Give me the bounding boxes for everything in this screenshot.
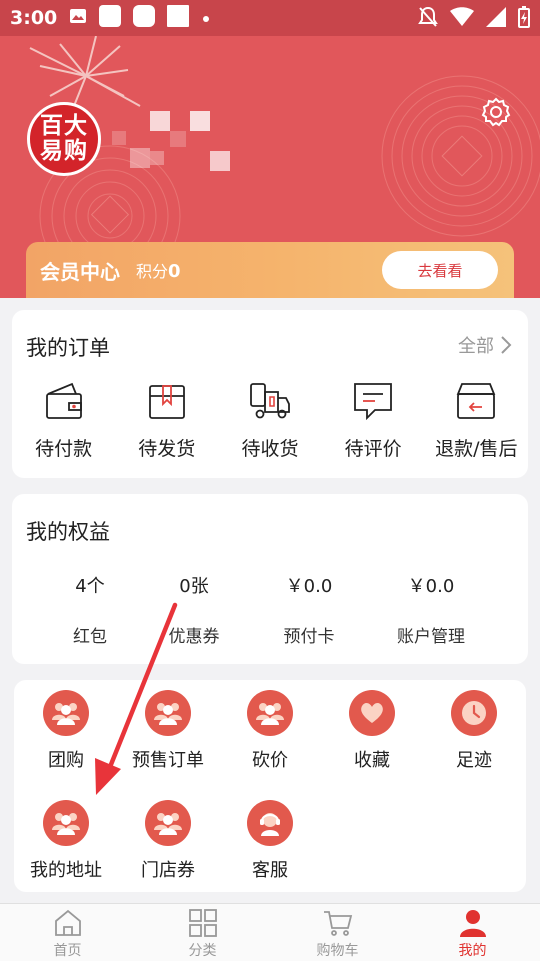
tool-store-coupon[interactable]: 门店券	[116, 800, 220, 882]
battery-icon	[518, 6, 530, 32]
rights-value: ￥0.0	[285, 576, 333, 597]
rights-value: 0张	[179, 576, 209, 597]
avatar[interactable]: 百大易购	[27, 102, 101, 176]
app-notification-icon	[167, 5, 190, 31]
user-icon	[459, 910, 486, 937]
rights-value: ￥0.0	[407, 576, 455, 597]
settings-gear-icon[interactable]	[480, 96, 512, 128]
order-refund-aftersale[interactable]: 退款/售后	[425, 380, 528, 461]
orders-title: 我的订单	[26, 336, 110, 360]
tab-label: 购物车	[316, 943, 359, 959]
tab-home[interactable]: 首页	[0, 904, 135, 961]
status-time: 3:00	[10, 7, 58, 29]
signal-icon	[486, 7, 506, 31]
order-pending-payment[interactable]: 待付款	[12, 380, 115, 461]
tool-favorites[interactable]: 收藏	[320, 690, 424, 772]
rights-title: 我的权益	[26, 520, 110, 544]
tool-my-address[interactable]: 我的地址	[14, 800, 118, 882]
tool-footprints[interactable]: 足迹	[422, 690, 526, 772]
tools-card: 团购 预售订单 砍价 收藏 足迹 我的地址 门店券 客服	[14, 680, 526, 892]
order-item-label: 待付款	[35, 438, 93, 460]
all-orders-label: 全部	[458, 336, 494, 357]
tab-label: 分类	[188, 943, 217, 959]
tool-label: 团购	[48, 750, 84, 771]
tool-bargain[interactable]: 砍价	[218, 690, 322, 772]
tool-customer-service[interactable]: 客服	[218, 800, 322, 882]
chevron-right-icon	[501, 336, 512, 354]
mute-icon	[418, 6, 438, 32]
tool-label: 收藏	[354, 750, 390, 771]
wallet-icon	[45, 382, 82, 419]
points-display: 积分0	[136, 258, 181, 282]
rights-coupon[interactable]: 0张 优惠券	[156, 572, 232, 647]
tool-presale-orders[interactable]: 预售订单	[116, 690, 220, 772]
tool-label: 客服	[252, 860, 288, 881]
member-center-bar[interactable]: 会员中心 积分0 去看看	[26, 242, 514, 298]
tool-label: 门店券	[141, 860, 195, 881]
headset-icon	[260, 813, 280, 836]
status-bar: 3:00	[0, 0, 540, 36]
rights-card: 我的权益 4个 红包 0张 优惠券 ￥0.0 预付卡 ￥0.0 账户管理	[12, 494, 528, 664]
heart-icon	[361, 703, 383, 723]
wifi-icon	[450, 7, 474, 31]
orders-card: 我的订单 全部 待付款 待发货 待收货 待评价 退款/售后	[12, 310, 528, 478]
all-orders-link[interactable]: 全部	[458, 332, 512, 358]
avatar-logo-text: 百大易购	[40, 113, 88, 164]
group-icon	[154, 703, 182, 725]
points-value: 0	[168, 261, 181, 282]
points-label: 积分	[136, 262, 169, 281]
rights-label: 优惠券	[168, 627, 220, 647]
order-item-label: 待发货	[138, 438, 196, 460]
rights-label: 预付卡	[283, 627, 335, 647]
tool-label: 足迹	[456, 750, 492, 771]
bottom-tab-bar: 首页 分类 购物车 我的	[0, 903, 540, 961]
tool-label: 砍价	[252, 750, 288, 771]
cart-icon	[323, 911, 352, 936]
tab-label: 我的	[458, 943, 487, 959]
rights-account-management[interactable]: ￥0.0 账户管理	[386, 572, 476, 647]
tab-mine[interactable]: 我的	[405, 904, 540, 961]
group-icon	[52, 703, 80, 725]
tab-category[interactable]: 分类	[135, 904, 270, 961]
truck-icon	[250, 383, 290, 419]
category-icon	[188, 909, 217, 937]
order-pending-review[interactable]: 待评价	[322, 380, 425, 461]
rights-label: 账户管理	[397, 627, 465, 647]
app-notification-icon	[133, 5, 156, 31]
home-icon	[54, 909, 81, 936]
return-box-icon	[457, 383, 496, 419]
group-icon	[52, 813, 80, 835]
comment-icon	[354, 383, 393, 421]
rights-value: 4个	[75, 576, 105, 597]
tool-label: 我的地址	[30, 860, 102, 881]
profile-header: 百大易购 会员中心 积分0 去看看	[0, 36, 540, 298]
box-icon	[148, 385, 185, 419]
order-pending-shipment[interactable]: 待发货	[115, 380, 218, 461]
order-item-label: 待评价	[344, 438, 402, 460]
view-member-button[interactable]: 去看看	[382, 251, 498, 289]
clock-icon	[462, 701, 486, 725]
more-notifications-icon	[201, 9, 211, 28]
rights-label: 红包	[73, 627, 107, 647]
order-item-label: 待收货	[241, 438, 299, 460]
rights-prepaid-card[interactable]: ￥0.0 预付卡	[266, 572, 352, 647]
tab-label: 首页	[53, 943, 82, 959]
tool-group-buy[interactable]: 团购	[14, 690, 118, 772]
member-center-title: 会员中心	[40, 259, 120, 284]
order-item-label: 退款/售后	[435, 438, 518, 460]
image-notification-icon	[69, 8, 87, 28]
tool-label: 预售订单	[132, 750, 204, 771]
order-pending-receipt[interactable]: 待收货	[218, 380, 321, 461]
group-icon	[256, 703, 284, 725]
group-icon	[154, 813, 182, 835]
rights-red-packet[interactable]: 4个 红包	[52, 572, 128, 647]
app-notification-icon	[99, 5, 122, 31]
tab-cart[interactable]: 购物车	[270, 904, 405, 961]
